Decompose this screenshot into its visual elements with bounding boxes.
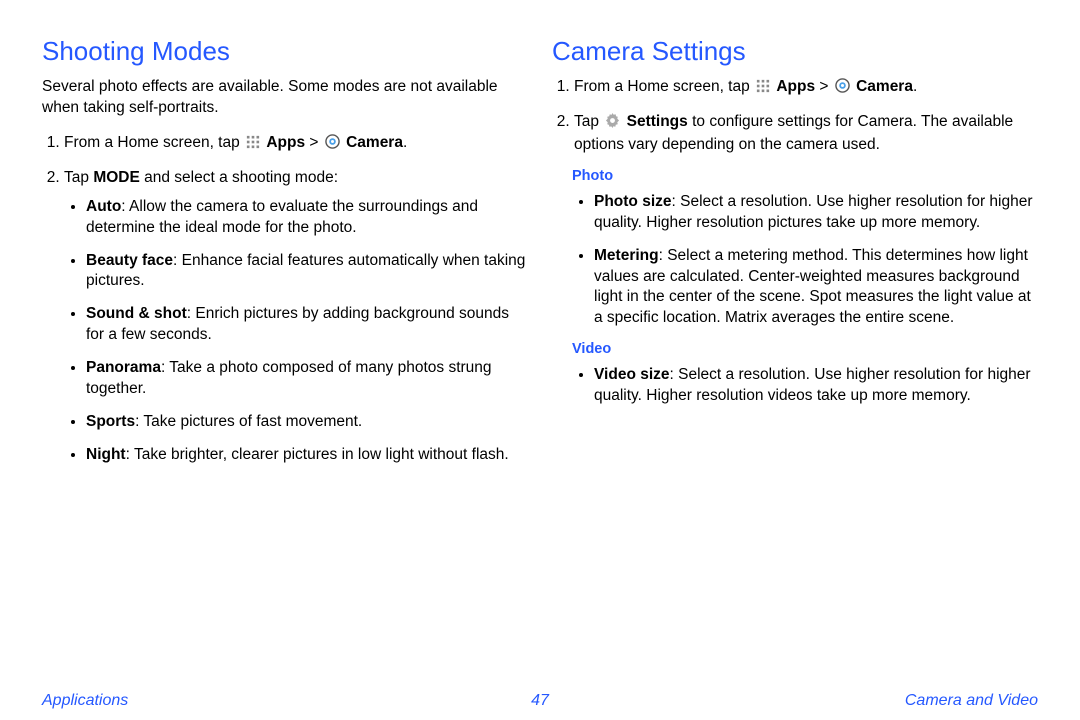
cs-step-1: From a Home screen, tap Apps > Camera. — [574, 77, 1038, 100]
step-1: From a Home screen, tap Apps > Camera. — [64, 133, 528, 156]
camera-icon — [835, 78, 850, 100]
apps-grid-icon — [756, 79, 770, 100]
camera-settings-heading: Camera Settings — [552, 36, 1038, 67]
shooting-mode-list: Auto: Allow the camera to evaluate the s… — [64, 197, 528, 466]
apps-grid-icon — [246, 135, 260, 156]
sep: > — [305, 134, 323, 151]
mode-sound-shot: Sound & shot: Enrich pictures by adding … — [86, 304, 528, 346]
step1-text: From a Home screen, tap — [64, 134, 244, 151]
apps-label: Apps — [776, 78, 815, 95]
page-number: 47 — [531, 692, 549, 710]
footer-left: Applications — [42, 692, 128, 710]
left-column: Shooting Modes Several photo effects are… — [42, 36, 528, 670]
mode-night: Night: Take brighter, clearer pictures i… — [86, 445, 528, 466]
camera-settings-steps: From a Home screen, tap Apps > Camera. T… — [552, 77, 1038, 156]
manual-page: Shooting Modes Several photo effects are… — [0, 0, 1080, 720]
mode-label: MODE — [93, 169, 140, 186]
right-column: Camera Settings From a Home screen, tap … — [552, 36, 1038, 670]
mode-sports: Sports: Take pictures of fast movement. — [86, 412, 528, 433]
camera-icon — [325, 134, 340, 156]
apps-label: Apps — [266, 134, 305, 151]
photo-settings-list: Photo size: Select a resolution. Use hig… — [552, 192, 1038, 330]
page-footer: Applications 47 Camera and Video — [0, 692, 1080, 710]
shooting-modes-steps: From a Home screen, tap Apps > Camera. T… — [42, 133, 528, 466]
mode-beauty-face: Beauty face: Enhance facial features aut… — [86, 251, 528, 293]
video-subheading: Video — [572, 341, 1038, 357]
settings-gear-icon — [605, 113, 620, 135]
shooting-modes-intro: Several photo effects are available. Som… — [42, 77, 528, 119]
camera-label: Camera — [346, 134, 403, 151]
mode-panorama: Panorama: Take a photo composed of many … — [86, 358, 528, 400]
settings-label: Settings — [627, 113, 688, 130]
mode-auto: Auto: Allow the camera to evaluate the s… — [86, 197, 528, 239]
shooting-modes-heading: Shooting Modes — [42, 36, 528, 67]
metering: Metering: Select a metering method. This… — [594, 246, 1038, 330]
photo-size: Photo size: Select a resolution. Use hig… — [594, 192, 1038, 234]
camera-label: Camera — [856, 78, 913, 95]
cs-step-2: Tap Settings to configure settings for C… — [574, 112, 1038, 156]
video-size: Video size: Select a resolution. Use hig… — [594, 365, 1038, 407]
photo-subheading: Photo — [572, 168, 1038, 184]
footer-right: Camera and Video — [905, 692, 1038, 710]
step-2: Tap MODE and select a shooting mode: Aut… — [64, 168, 528, 466]
video-settings-list: Video size: Select a resolution. Use hig… — [552, 365, 1038, 407]
